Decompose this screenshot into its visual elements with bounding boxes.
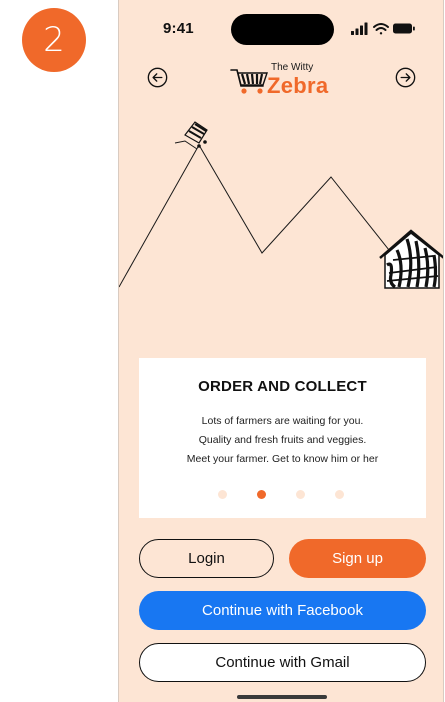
back-arrow-icon[interactable] [147, 67, 168, 88]
continue-with-gmail-button[interactable]: Continue with Gmail [139, 643, 426, 682]
battery-icon [393, 23, 415, 34]
onboarding-card: ORDER AND COLLECT Lots of farmers are wa… [139, 358, 426, 518]
step-number: 2 [43, 20, 65, 60]
onboarding-line: Quality and fresh fruits and veggies. [198, 434, 367, 446]
page-dot-1[interactable] [218, 490, 227, 499]
home-indicator [237, 695, 327, 699]
page-dot-4[interactable] [335, 490, 344, 499]
onboarding-description: Lots of farmers are waiting for you. Qua… [139, 412, 426, 469]
brand-logo: The Witty Zebra [229, 62, 339, 98]
zebra-cart-logo-icon [230, 69, 268, 94]
login-button[interactable]: Login [139, 539, 274, 578]
step-number-badge: 2 [22, 8, 86, 72]
signal-icon [351, 22, 368, 35]
mountain-illustration [119, 121, 443, 289]
status-icons [351, 22, 415, 35]
pagination-dots [139, 490, 426, 500]
onboarding-line: Lots of farmers are waiting for you. [201, 415, 364, 427]
phone-screen: 9:41 The Witty Zebra ORDER AND COLLECT L… [118, 0, 444, 702]
signup-button[interactable]: Sign up [289, 539, 426, 578]
page-dot-2[interactable] [257, 490, 266, 499]
page-dot-3[interactable] [296, 490, 305, 499]
dynamic-island [231, 14, 334, 45]
status-time: 9:41 [163, 20, 194, 37]
onboarding-line: Meet your farmer. Get to know him or her [186, 453, 379, 465]
zebra-house-icon [379, 229, 443, 289]
forward-arrow-icon[interactable] [395, 67, 416, 88]
continue-with-facebook-button[interactable]: Continue with Facebook [139, 591, 426, 630]
zebra-cart-icon [174, 121, 208, 150]
wifi-icon [373, 23, 389, 35]
logo-tagline: The Witty [271, 62, 314, 73]
logo-wordmark: Zebra [267, 73, 329, 98]
onboarding-title: ORDER AND COLLECT [198, 378, 367, 395]
